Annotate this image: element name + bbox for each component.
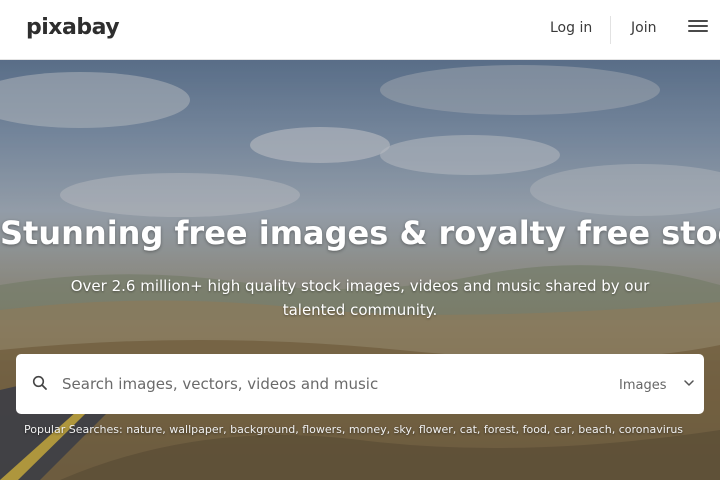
nav-divider [610,16,611,44]
search-icon[interactable] [32,375,48,391]
popular-search-term[interactable]: cat [460,423,477,436]
login-link[interactable]: Log in [550,20,592,36]
pixabay-logo[interactable]: pixabay [26,15,120,40]
site-header: pixabay Log in Join [0,0,720,60]
join-link[interactable]: Join [631,20,656,36]
popular-search-term[interactable]: flower [419,423,453,436]
search-bar: Images [16,354,704,414]
hero-headline: Stunning free images & royalty free stoc… [0,214,720,252]
popular-search-term[interactable]: background [230,423,295,436]
media-type-dropdown[interactable]: Images [619,374,694,394]
search-input[interactable] [62,368,602,400]
popular-search-term[interactable]: forest [484,423,516,436]
popular-searches-label: Popular Searches: [24,423,123,436]
popular-search-term[interactable]: money [349,423,387,436]
hero-overlay [0,60,720,480]
hero-banner: Stunning free images & royalty free stoc… [0,60,720,480]
popular-search-term[interactable]: flowers [302,423,342,436]
hero-subline: Over 2.6 million+ high quality stock ima… [70,277,650,319]
chevron-down-icon [684,380,694,386]
popular-search-term[interactable]: food [523,423,547,436]
popular-search-term[interactable]: beach [578,423,612,436]
popular-search-term[interactable]: nature [126,423,162,436]
popular-search-term[interactable]: car [554,423,571,436]
hamburger-menu-icon[interactable] [688,20,708,34]
popular-searches: Popular Searches: nature, wallpaper, bac… [24,423,684,436]
popular-search-term[interactable]: wallpaper [169,423,223,436]
media-type-label: Images [619,378,667,393]
popular-search-term[interactable]: sky [394,423,412,436]
popular-search-term[interactable]: coronavirus [619,423,683,436]
